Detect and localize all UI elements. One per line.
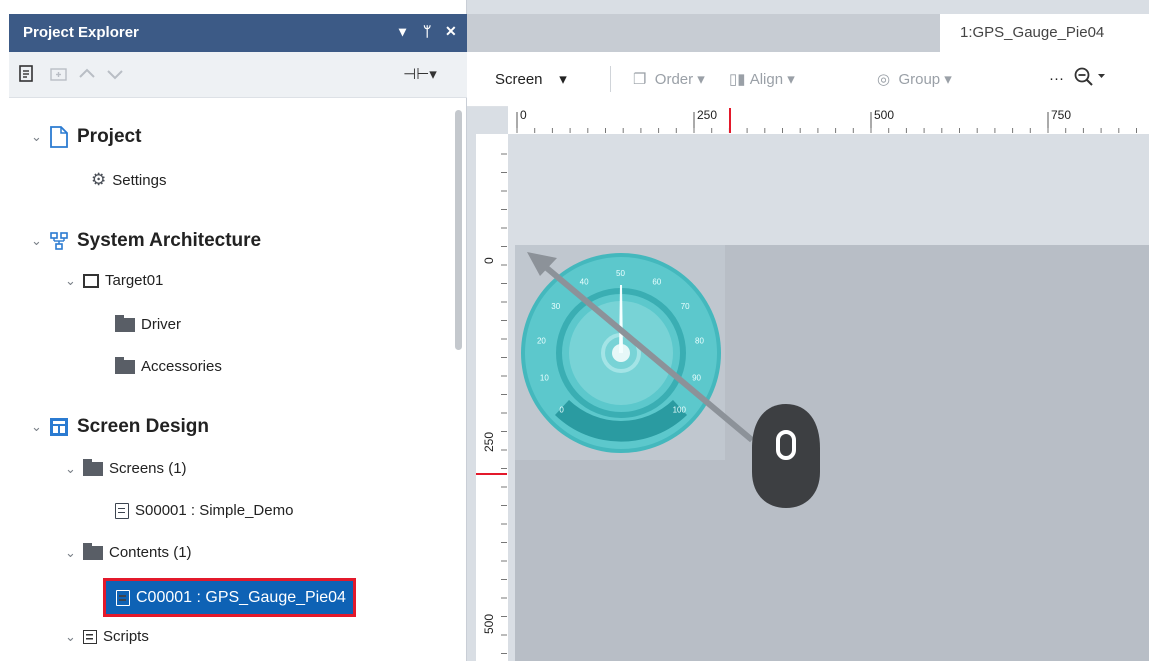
- screen-design-icon: [50, 418, 68, 436]
- tree-item-settings[interactable]: ⚙ Settings: [91, 170, 166, 190]
- toolbar-divider: [610, 66, 611, 92]
- target-icon: [83, 273, 99, 288]
- tree-item-driver[interactable]: Driver: [115, 314, 181, 333]
- ruler-label: 500: [482, 613, 496, 634]
- tree-item-system-architecture[interactable]: ⌄ System Architecture: [31, 230, 261, 252]
- pin-options-button[interactable]: ⊣⊢▾: [395, 62, 445, 86]
- ruler-label: 0: [520, 108, 527, 122]
- zoom-dropdown[interactable]: [1073, 66, 1107, 92]
- tree-item-project[interactable]: ⌄ Project: [31, 126, 141, 148]
- order-label: Order: [654, 71, 694, 88]
- chevron-down-icon[interactable]: ⌄: [65, 629, 83, 645]
- architecture-icon: [50, 232, 68, 250]
- zoom-icon: [1074, 67, 1105, 86]
- tree-scrollbar[interactable]: [455, 110, 462, 350]
- ruler-label: 0: [482, 257, 496, 264]
- tree-item-scripts[interactable]: ⌄ Scripts: [65, 628, 149, 645]
- horizontal-ruler: 0 250 500 750: [508, 106, 1149, 135]
- tree-item-accessories[interactable]: Accessories: [115, 356, 222, 375]
- vertical-ruler: 0 250 500: [476, 134, 509, 661]
- chevron-down-icon[interactable]: ⌄: [65, 273, 83, 289]
- close-icon[interactable]: ✕: [445, 23, 457, 40]
- tree-label-target01: Target01: [105, 272, 164, 289]
- project-tree: ⌄ Project ⚙ Settings ⌄ System Architectu…: [9, 98, 467, 661]
- tree-item-target01[interactable]: ⌄ Target01: [65, 272, 163, 289]
- screen-dropdown[interactable]: Screen ▾: [495, 70, 567, 88]
- ruler-label: 250: [697, 108, 718, 122]
- align-label: Align: [749, 71, 784, 88]
- tree-label-settings: Settings: [112, 171, 167, 189]
- tree-item-screen-s00001[interactable]: S00001 : Simple_Demo: [115, 502, 293, 519]
- document-tab-bar: 1:GPS_Gauge_Pie04: [467, 14, 1149, 52]
- screen-dropdown-label: Screen: [495, 71, 543, 88]
- explorer-title-bar: Project Explorer ▾ ᛘ ✕: [9, 14, 467, 52]
- pin-icon[interactable]: ᛘ: [423, 23, 431, 39]
- move-down-icon[interactable]: [103, 62, 127, 86]
- explorer-title: Project Explorer: [23, 24, 139, 41]
- tab-gps-gauge[interactable]: 1:GPS_Gauge_Pie04: [940, 14, 1149, 52]
- designer-toolbar: Screen ▾ ❐ Order ▾ ▯▮ Align ▾ ◎ Group ▾ …: [467, 52, 1149, 107]
- folder-icon: [115, 356, 135, 374]
- tree-label-screen-item: S00001 : Simple_Demo: [135, 502, 294, 519]
- align-icon: ▯▮: [729, 71, 746, 88]
- group-dropdown[interactable]: ◎ Group ▾: [877, 70, 952, 88]
- chevron-down-icon[interactable]: ⌄: [65, 461, 83, 477]
- folder-icon: [115, 314, 135, 332]
- caret-down-icon: ▾: [559, 71, 567, 88]
- tab-title: 1:GPS_Gauge_Pie04: [960, 24, 1105, 41]
- gear-icon: ⚙: [91, 170, 107, 189]
- tree-item-content-c00001[interactable]: C00001 : GPS_Gauge_Pie04: [103, 578, 356, 617]
- content-document-icon: [116, 590, 130, 606]
- dropdown-icon[interactable]: ▾: [399, 23, 406, 40]
- scripts-icon: [83, 629, 97, 644]
- add-document-icon[interactable]: [15, 62, 39, 86]
- tree-label-accessories: Accessories: [141, 358, 222, 375]
- group-label: Group: [898, 71, 941, 88]
- order-dropdown[interactable]: ❐ Order ▾: [633, 70, 705, 88]
- screen-designer: 1:GPS_Gauge_Pie04 Screen ▾ ❐ Order ▾ ▯▮ …: [467, 0, 1149, 661]
- tree-label-project: Project: [77, 126, 142, 147]
- ruler-label: 500: [874, 108, 895, 122]
- group-icon: ◎: [877, 71, 891, 88]
- vruler-ticks: [476, 153, 507, 654]
- project-file-icon: [50, 126, 68, 148]
- tree-label-content-item: C00001 : GPS_Gauge_Pie04: [136, 589, 346, 606]
- explorer-toolbar: ⊣⊢▾: [9, 52, 467, 98]
- chevron-down-icon[interactable]: ⌄: [31, 129, 49, 145]
- mouse-icon: [752, 404, 820, 508]
- tree-label-screens: Screens (1): [109, 460, 187, 477]
- folder-icon: [83, 542, 103, 560]
- align-dropdown[interactable]: ▯▮ Align ▾: [729, 70, 795, 88]
- order-icon: ❐: [633, 71, 647, 88]
- tree-item-contents[interactable]: ⌄ Contents (1): [65, 542, 192, 561]
- tree-label-contents: Contents (1): [109, 544, 192, 561]
- tree-label-scripts: Scripts: [103, 628, 149, 645]
- ruler-label: 750: [1051, 108, 1072, 122]
- project-explorer-panel: Project Explorer ▾ ᛘ ✕ ⊣⊢▾ ⌄ Project ⚙ S…: [0, 0, 467, 661]
- screen-document-icon: [115, 502, 129, 519]
- folder-icon: [83, 458, 103, 476]
- tree-item-screens[interactable]: ⌄ Screens (1): [65, 458, 187, 477]
- tree-label-screen-design: Screen Design: [77, 416, 209, 437]
- chevron-down-icon[interactable]: ⌄: [31, 419, 49, 435]
- more-button[interactable]: ···: [1049, 70, 1064, 87]
- move-up-icon[interactable]: [75, 62, 99, 86]
- tree-item-screen-design[interactable]: ⌄ Screen Design: [31, 416, 209, 438]
- tree-label-system-architecture: System Architecture: [77, 230, 262, 251]
- add-folder-icon[interactable]: [47, 62, 71, 86]
- chevron-down-icon[interactable]: ⌄: [65, 545, 83, 561]
- chevron-down-icon[interactable]: ⌄: [31, 233, 49, 249]
- ruler-label: 250: [482, 431, 496, 452]
- tree-label-driver: Driver: [141, 316, 181, 333]
